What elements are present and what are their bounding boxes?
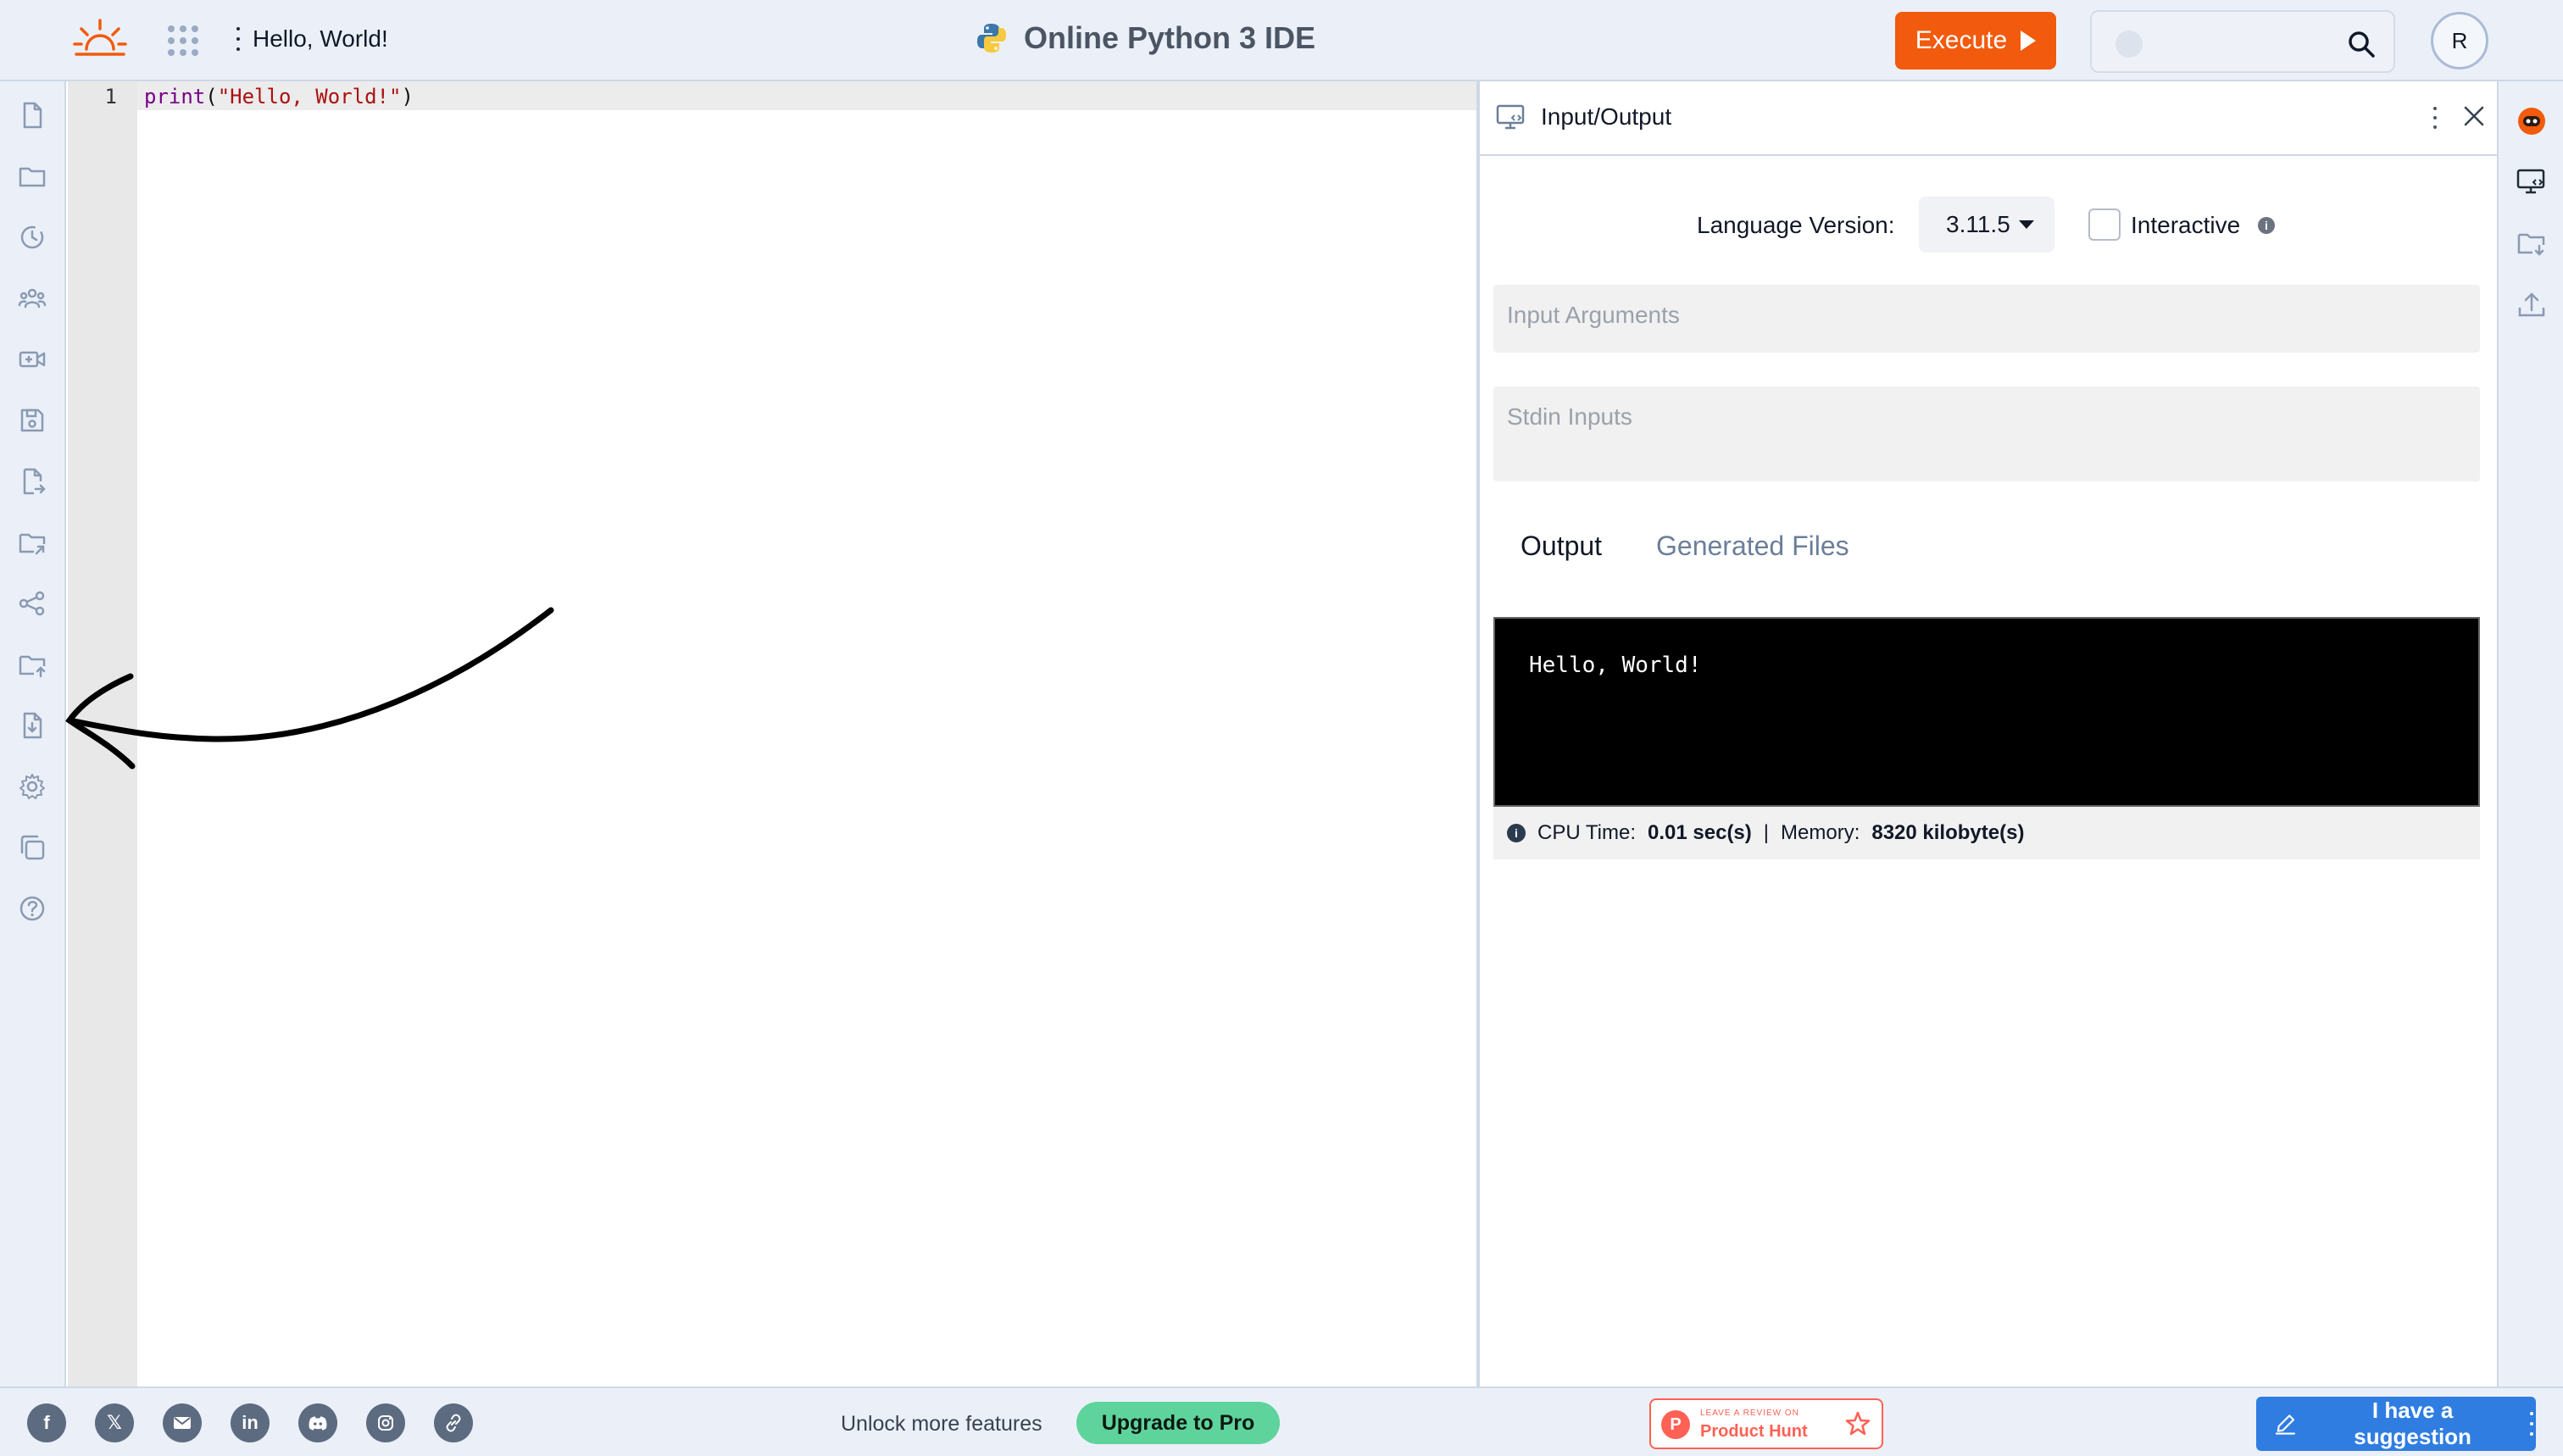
top-header: Hello, World! Online Python 3 IDE Execut… — [0, 0, 2563, 81]
producthunt-badge[interactable]: P LEAVE A REVIEW ON Product Hunt — [1649, 1398, 1883, 1449]
assistant-icon[interactable] — [2516, 105, 2548, 137]
cpu-time-label: CPU Time: — [1537, 821, 1637, 844]
x-icon[interactable]: 𝕏 — [95, 1403, 134, 1442]
code-open-paren: ( — [205, 85, 218, 108]
search-input[interactable] — [2090, 10, 2395, 73]
io-panel-icon[interactable] — [2516, 166, 2548, 198]
settings-icon[interactable] — [17, 771, 47, 802]
io-panel: Input/Output Language Version: 3.11.5 In… — [1480, 81, 2497, 1387]
memory-value: 8320 kilobyte(s) — [1871, 821, 2025, 844]
download-file-icon[interactable] — [17, 710, 47, 741]
code-string: "Hello, World!" — [217, 85, 402, 108]
copy-icon[interactable] — [17, 832, 47, 863]
suggestion-label: I have a suggestion — [2354, 1398, 2471, 1449]
save-icon[interactable] — [17, 405, 47, 436]
producthunt-name: Product Hunt — [1700, 1422, 1808, 1441]
interactive-label[interactable]: Interactive — [2131, 212, 2240, 239]
instagram-icon[interactable] — [366, 1403, 405, 1442]
link-icon[interactable] — [434, 1403, 473, 1442]
language-version-label: Language Version: — [1697, 212, 1895, 238]
history-icon[interactable] — [17, 222, 47, 253]
search-placeholder-icon — [2115, 31, 2143, 58]
language-version-select[interactable]: 3.11.5 — [1919, 197, 2054, 253]
stdin-inputs-field[interactable]: Stdin Inputs — [1493, 386, 2480, 481]
play-icon — [2021, 31, 2037, 51]
suggestion-button[interactable]: I have a suggestion — [2256, 1397, 2536, 1451]
apps-grid-icon[interactable] — [166, 24, 200, 58]
share-icon[interactable] — [17, 588, 47, 619]
code-function: print — [144, 85, 206, 108]
language-version-value: 3.11.5 — [1946, 211, 2010, 237]
stats-info-icon: i — [1507, 824, 1526, 842]
footer: f 𝕏 in Unlock more features Upgrade to P… — [0, 1387, 2563, 1456]
avatar-initial: R — [2451, 27, 2468, 53]
file-name-area[interactable]: Hello, World! — [234, 25, 388, 53]
output-console: Hello, World! — [1493, 617, 2480, 807]
file-name[interactable]: Hello, World! — [253, 25, 388, 53]
page-title-area: Online Python 3 IDE — [975, 20, 1315, 56]
interactive-checkbox[interactable] — [2088, 208, 2121, 241]
info-icon[interactable]: i — [2258, 217, 2275, 234]
code-close-paren: ) — [401, 85, 414, 108]
execution-stats: i CPU Time: 0.01 sec(s) | Memory: 8320 k… — [1493, 807, 2480, 859]
upgrade-button[interactable]: Upgrade to Pro — [1076, 1402, 1280, 1444]
discord-icon[interactable] — [298, 1403, 337, 1442]
code-line[interactable]: print("Hello, World!") — [144, 85, 414, 108]
stats-separator: | — [1763, 821, 1770, 844]
close-icon[interactable] — [2460, 102, 2488, 131]
logo-icon[interactable] — [73, 15, 127, 66]
monitor-code-icon — [1496, 104, 1525, 130]
save-as-icon[interactable] — [17, 466, 47, 497]
unlock-features-text: Unlock more features — [841, 1412, 1042, 1436]
left-sidebar — [0, 81, 66, 1387]
folder-icon[interactable] — [17, 161, 47, 192]
producthunt-logo-icon: P — [1661, 1410, 1690, 1439]
cpu-time-value: 0.01 sec(s) — [1648, 821, 1752, 844]
line-number: 1 — [104, 85, 117, 108]
new-file-icon[interactable] — [17, 100, 47, 131]
io-panel-header: Input/Output — [1480, 81, 2497, 156]
memory-label: Memory: — [1781, 821, 1860, 844]
console-output-text: Hello, World! — [1529, 653, 1702, 678]
input-arguments-field[interactable]: Input Arguments — [1493, 285, 2480, 353]
linkedin-icon[interactable]: in — [231, 1403, 270, 1442]
right-sidebar — [2497, 81, 2563, 1387]
move-folder-icon[interactable] — [17, 527, 47, 558]
chevron-down-icon — [2019, 220, 2034, 229]
search-icon[interactable] — [2346, 29, 2377, 59]
download-folder-icon[interactable] — [2516, 227, 2548, 259]
star-icon — [1845, 1411, 1871, 1436]
tab-output[interactable]: Output — [1521, 531, 1602, 562]
email-icon[interactable] — [163, 1403, 202, 1442]
python-logo-icon — [977, 24, 1006, 53]
pencil-icon — [2275, 1414, 2296, 1435]
suggestion-menu-icon[interactable] — [2527, 1412, 2536, 1436]
io-panel-title: Input/Output — [1541, 103, 1672, 130]
upload-icon[interactable] — [2516, 288, 2548, 320]
page-title: Online Python 3 IDE — [1024, 20, 1316, 55]
avatar[interactable]: R — [2431, 12, 2488, 69]
execute-button[interactable]: Execute — [1895, 12, 2056, 69]
execute-label: Execute — [1915, 26, 2008, 54]
collaborate-icon[interactable] — [17, 283, 47, 314]
help-icon[interactable] — [17, 893, 47, 924]
add-video-icon[interactable] — [17, 344, 47, 375]
producthunt-small-text: LEAVE A REVIEW ON — [1700, 1409, 1799, 1418]
facebook-icon[interactable]: f — [27, 1403, 66, 1442]
upload-folder-icon[interactable] — [17, 649, 47, 680]
file-menu-icon[interactable] — [234, 27, 242, 51]
annotation-arrow — [65, 607, 554, 770]
tab-generated-files[interactable]: Generated Files — [1656, 531, 1849, 562]
io-menu-icon[interactable] — [2431, 107, 2439, 129]
